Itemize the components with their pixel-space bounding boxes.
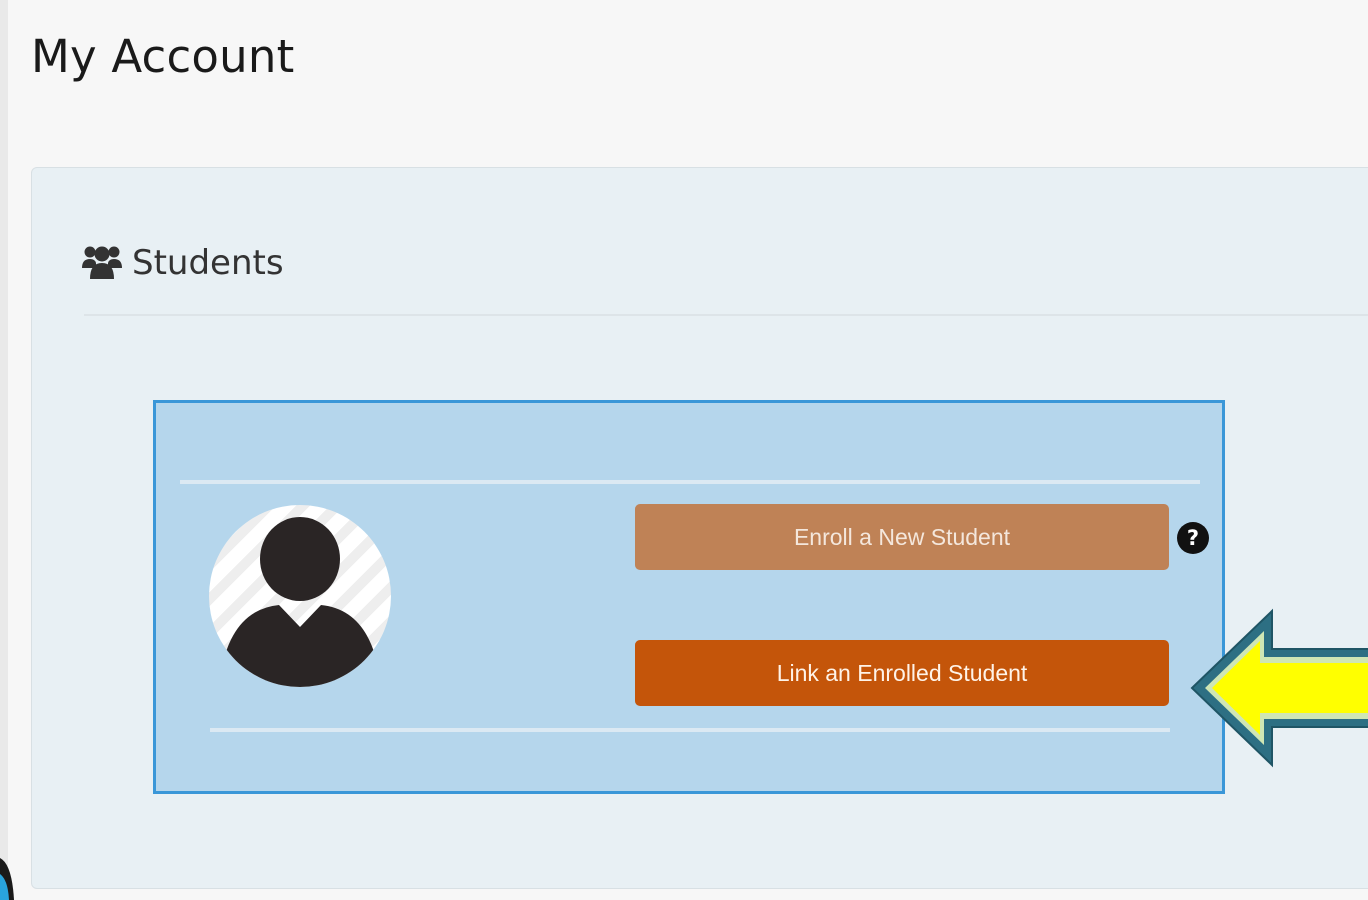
card-top-divider bbox=[180, 480, 1200, 484]
window-left-edge bbox=[0, 0, 8, 900]
students-panel-header: Students bbox=[82, 238, 284, 288]
user-avatar-placeholder-icon bbox=[209, 505, 391, 687]
help-icon[interactable]: ? bbox=[1177, 522, 1209, 554]
page-title: My Account bbox=[31, 30, 295, 83]
corner-decoration bbox=[0, 858, 14, 900]
card-bottom-divider bbox=[210, 728, 1170, 732]
yellow-arrow-pointing-left-icon bbox=[1190, 608, 1368, 768]
students-heading: Students bbox=[132, 243, 284, 283]
enroll-new-student-button[interactable]: Enroll a New Student bbox=[635, 504, 1169, 570]
users-icon bbox=[82, 242, 122, 284]
student-card: Enroll a New Student ? Link an Enrolled … bbox=[153, 400, 1225, 794]
students-panel: Students Enroll a New Student ? Link an … bbox=[31, 167, 1368, 889]
panel-divider bbox=[84, 314, 1368, 316]
link-enrolled-student-button[interactable]: Link an Enrolled Student bbox=[635, 640, 1169, 706]
